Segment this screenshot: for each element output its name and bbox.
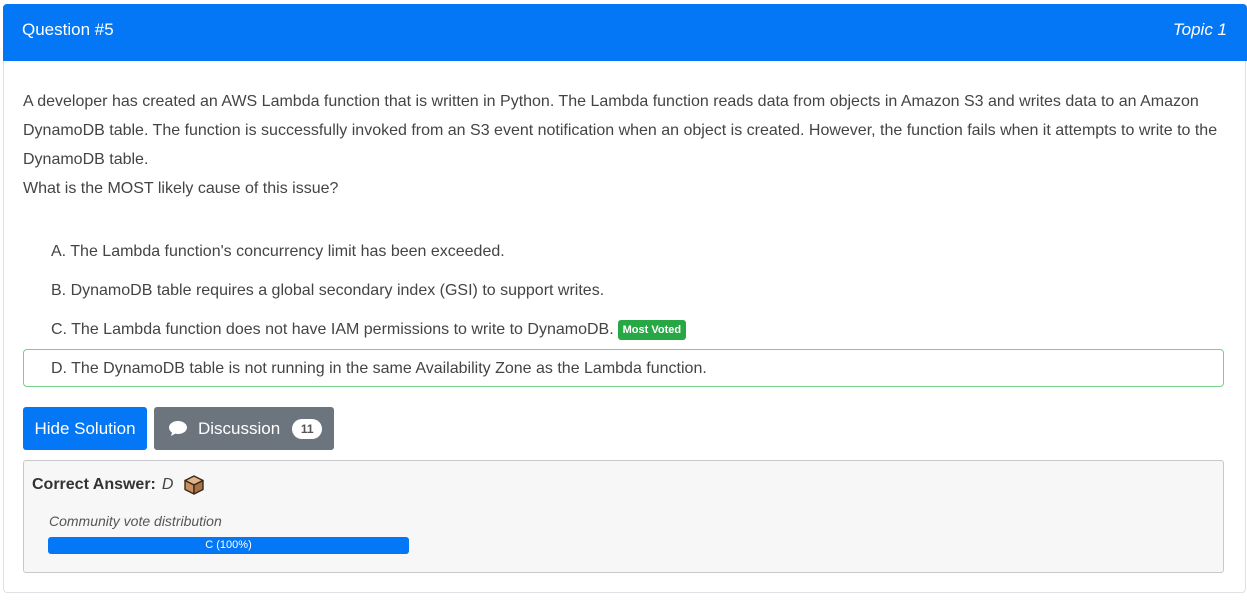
question-header: Question #5 Topic 1 (3, 4, 1247, 61)
discussion-label: Discussion (198, 418, 281, 438)
discussion-count-badge: 11 (292, 418, 323, 439)
vote-distribution-label: Community vote distribution (49, 513, 222, 529)
question-body: A developer has created an AWS Lambda fu… (23, 87, 1229, 203)
choice-b-text: B. DynamoDB table requires a global seco… (51, 282, 605, 299)
correct-answer-line: Correct Answer: D (32, 474, 205, 496)
correct-answer-value: D (161, 476, 174, 493)
vote-bar-text: C (100%) (205, 539, 252, 551)
vote-distribution-bar: C (100%) (48, 537, 409, 554)
choice-a-text: A. The Lambda function's concurrency lim… (51, 243, 505, 260)
chat-bubble-icon (168, 420, 188, 437)
question-prompt: What is the MOST likely cause of this is… (23, 180, 339, 197)
box-icon[interactable] (183, 474, 205, 496)
question-card: Question #5 Topic 1 A developer has crea… (3, 4, 1247, 593)
choices-list: A. The Lambda function's concurrency lim… (23, 232, 1224, 388)
correct-answer-label: Correct Answer: (32, 476, 156, 493)
question-text: A developer has created an AWS Lambda fu… (23, 93, 1218, 168)
hide-solution-label: Hide Solution (34, 418, 136, 438)
answer-panel: Correct Answer: D Community vote distrib… (23, 460, 1224, 573)
choice-b[interactable]: B. DynamoDB table requires a global seco… (23, 271, 1224, 309)
choice-c[interactable]: C. The Lambda function does not have IAM… (23, 310, 1224, 348)
most-voted-badge: Most Voted (617, 320, 687, 340)
discussion-button[interactable]: Discussion 11 (154, 407, 334, 450)
choice-d-text: D. The DynamoDB table is not running in … (51, 360, 707, 377)
choice-d[interactable]: D. The DynamoDB table is not running in … (23, 349, 1224, 387)
hide-solution-button[interactable]: Hide Solution (23, 407, 147, 450)
choice-a[interactable]: A. The Lambda function's concurrency lim… (23, 232, 1224, 270)
question-title: Question #5 (22, 20, 114, 39)
choice-c-text: C. The Lambda function does not have IAM… (51, 321, 614, 338)
topic-label: Topic 1 (1172, 20, 1227, 39)
